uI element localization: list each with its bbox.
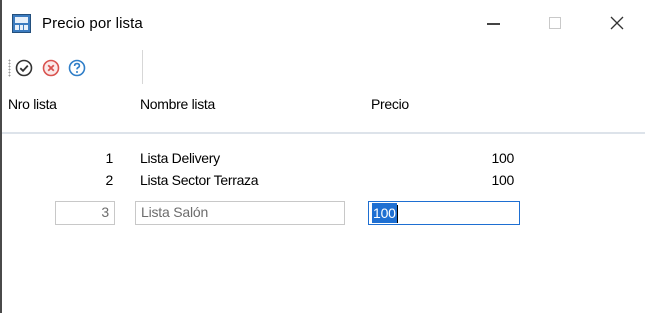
minimize-button[interactable] [470, 8, 516, 38]
toolbar [2, 50, 143, 84]
precio-cell: 100 [491, 150, 515, 166]
nro-lista-cell: 2 [105, 172, 114, 188]
nombre-lista-cell: Lista Sector Terraza [140, 172, 259, 188]
close-button[interactable] [594, 8, 640, 38]
maximize-icon [549, 17, 561, 29]
table-row[interactable]: 1 Lista Delivery 100 [2, 148, 645, 170]
column-header-nro-lista[interactable]: Nro lista [8, 96, 57, 112]
table-row[interactable]: 2 Lista Sector Terraza 100 [2, 170, 645, 192]
nombre-lista-field[interactable]: Lista Salón [135, 201, 345, 225]
text-caret [396, 205, 398, 224]
precio-input[interactable]: 100 [368, 201, 520, 225]
nombre-lista-cell: Lista Delivery [140, 150, 220, 166]
toolbar-grip[interactable] [8, 59, 11, 77]
column-header-precio[interactable]: Precio [371, 96, 409, 112]
title-bar: Precio por lista [2, 0, 645, 46]
x-circle-icon [42, 59, 60, 77]
ok-button[interactable] [14, 58, 34, 78]
nro-lista-field[interactable]: 3 [55, 201, 115, 225]
window-title: Precio por lista [42, 15, 143, 32]
app-icon [12, 14, 31, 33]
column-header-nombre-lista[interactable]: Nombre lista [140, 96, 215, 112]
close-icon [610, 16, 624, 30]
precio-selected-text: 100 [372, 203, 397, 223]
edit-row: 3 Lista Salón 100 [2, 201, 645, 227]
column-header-row: Nro lista Nombre lista Precio [2, 84, 645, 134]
check-circle-icon [15, 59, 33, 77]
help-button[interactable] [67, 58, 87, 78]
precio-cell: 100 [491, 172, 515, 188]
price-by-list-window: Precio por lista Nro lista Nombre lista … [0, 0, 645, 313]
nro-lista-cell: 1 [105, 150, 114, 166]
question-circle-icon [68, 59, 86, 77]
cancel-button[interactable] [41, 58, 61, 78]
maximize-button[interactable] [532, 8, 578, 38]
minimize-icon [486, 23, 500, 25]
